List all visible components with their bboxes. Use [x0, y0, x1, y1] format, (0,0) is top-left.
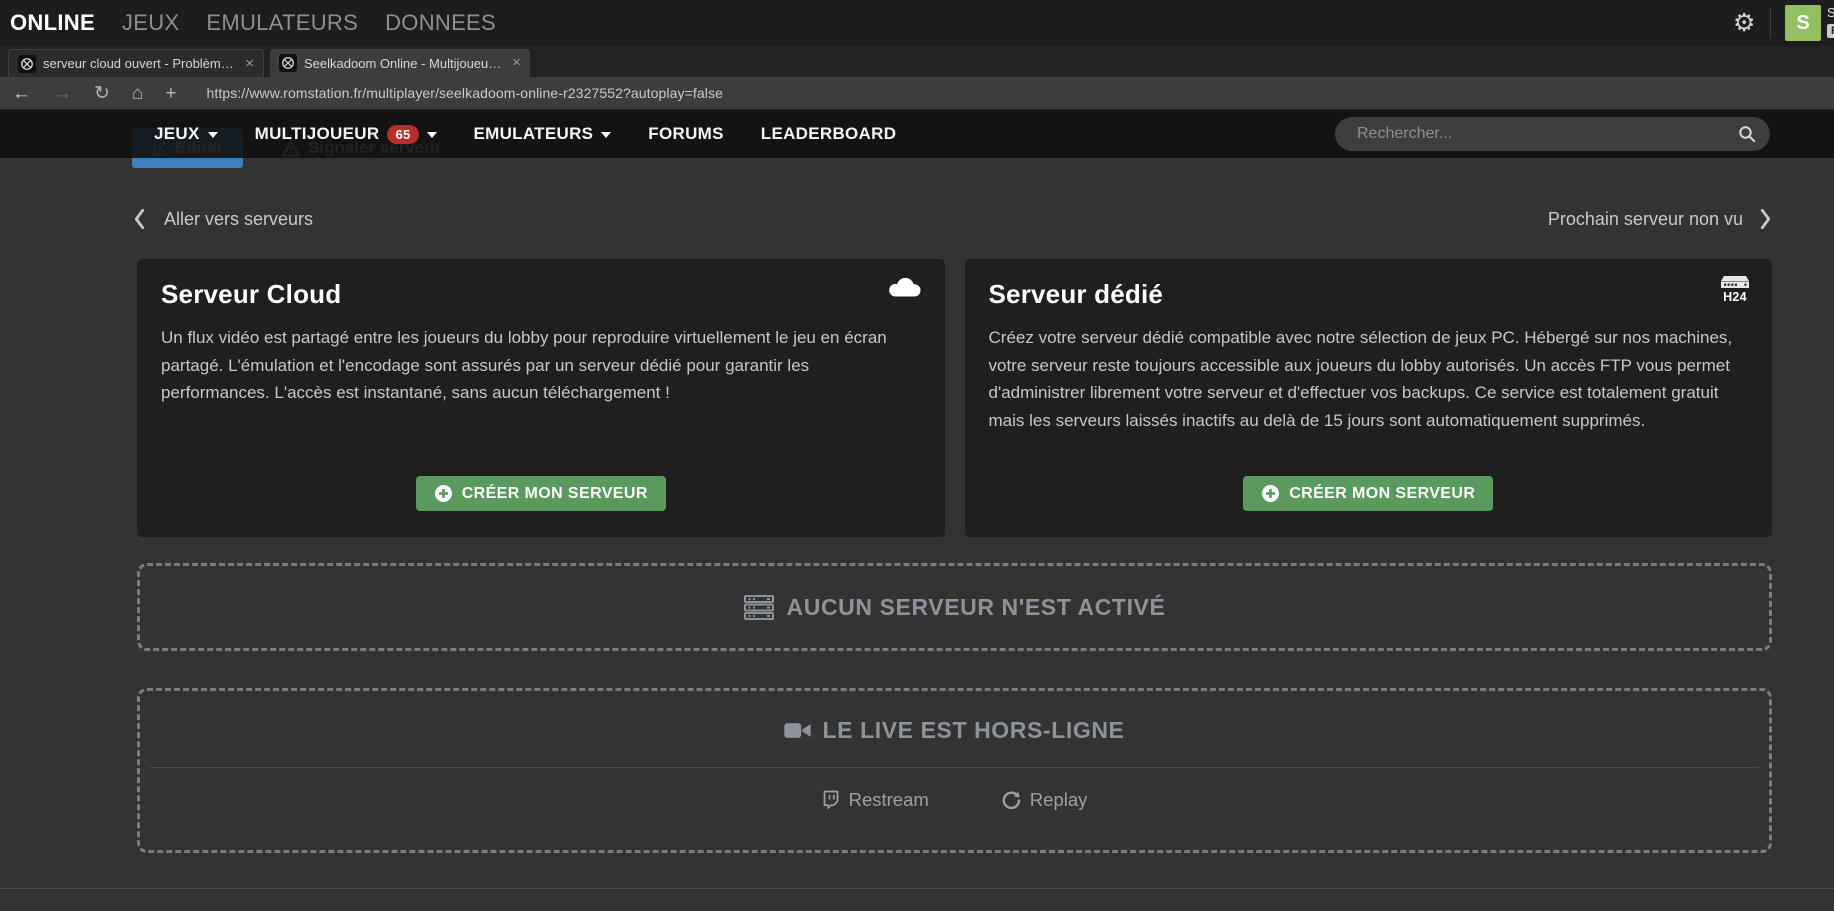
- chevron-left-icon: [133, 208, 146, 230]
- server-pager: Aller vers serveurs Prochain serveur non…: [133, 208, 1772, 238]
- tab-close-icon[interactable]: ×: [512, 56, 521, 70]
- create-server-button[interactable]: CRÉER MON SERVEUR: [1243, 476, 1493, 511]
- plus-circle-icon: [1261, 484, 1280, 503]
- server-cards-row: Serveur Cloud Un flux vidéo est partagé …: [137, 259, 1772, 537]
- card-serveur-cloud: Serveur Cloud Un flux vidéo est partagé …: [137, 259, 945, 537]
- romstation-favicon-icon: [18, 55, 36, 73]
- site-nav: JEUX MULTIJOUEUR 65 EMULATEURS FORUMS LE…: [0, 110, 1834, 158]
- settings-gear-icon[interactable]: ⚙: [1733, 8, 1755, 38]
- back-icon[interactable]: ←: [12, 84, 31, 103]
- prev-servers-link[interactable]: Aller vers serveurs: [133, 208, 1772, 230]
- browser-tabbar: serveur cloud ouvert - Problèmes tec... …: [0, 46, 1834, 77]
- username-clipped: Se: [1827, 5, 1834, 20]
- video-camera-icon: [784, 721, 812, 740]
- chevron-down-icon: [427, 132, 437, 138]
- chevron-right-icon: [1759, 208, 1772, 230]
- server-h24-icon: H24: [1720, 275, 1750, 304]
- browser-window: ONLINE JEUX EMULATEURS DONNEES ⚙ S Se R …: [0, 0, 1834, 911]
- menubar-divider: [1770, 8, 1771, 38]
- twitch-icon: [822, 790, 840, 810]
- romstation-favicon-icon: [279, 54, 297, 72]
- live-offline-message: LE LIVE EST HORS-LIGNE: [822, 717, 1124, 744]
- replay-icon: [1001, 790, 1021, 810]
- nav-item-emulateurs[interactable]: EMULATEURS: [474, 124, 612, 144]
- menubar-item-emulateurs[interactable]: EMULATEURS: [206, 10, 358, 36]
- tab-title: serveur cloud ouvert - Problèmes tec...: [43, 56, 238, 71]
- multiplayer-count-badge: 65: [387, 125, 418, 144]
- new-tab-icon[interactable]: +: [165, 84, 176, 103]
- chevron-down-icon: [208, 132, 218, 138]
- home-icon[interactable]: ⌂: [132, 84, 143, 103]
- menubar-item-donnees[interactable]: DONNEES: [385, 10, 496, 36]
- divider: [150, 767, 1759, 768]
- card-description: Créez votre serveur dédié compatible ave…: [989, 324, 1749, 434]
- app-menubar: ONLINE JEUX EMULATEURS DONNEES ⚙ S Se R: [0, 0, 1834, 46]
- browser-tab-problemes[interactable]: serveur cloud ouvert - Problèmes tec... …: [8, 49, 264, 77]
- no-active-server-box: AUCUN SERVEUR N'EST ACTIVÉ: [137, 563, 1772, 651]
- plus-circle-icon: [434, 484, 453, 503]
- card-serveur-dedie: Serveur dédié H24 Créez votre serveur dé…: [965, 259, 1773, 537]
- next-server-link[interactable]: Prochain serveur non vu: [1548, 208, 1772, 230]
- h24-label: H24: [1723, 290, 1747, 304]
- refresh-icon[interactable]: ↻: [94, 84, 110, 103]
- replay-link[interactable]: Replay: [1001, 789, 1088, 811]
- menubar-item-online[interactable]: ONLINE: [10, 10, 95, 36]
- cloud-icon: [887, 275, 923, 299]
- live-offline-box: LE LIVE EST HORS-LIGNE Restream Replay: [137, 688, 1772, 853]
- card-title: Serveur Cloud: [161, 279, 921, 310]
- browser-tab-seelkadoom[interactable]: Seelkadoom Online - Multijoueur - Ro... …: [270, 49, 530, 77]
- user-info-clipped[interactable]: Se R: [1827, 5, 1834, 39]
- page-content: Éditer Signaler serveur JEUX MULTIJOUEUR…: [0, 110, 1834, 911]
- nav-item-leaderboard[interactable]: LEADERBOARD: [761, 124, 897, 144]
- url-field[interactable]: https://www.romstation.fr/multiplayer/se…: [207, 85, 723, 101]
- card-description: Un flux vidéo est partagé entre les joue…: [161, 324, 921, 407]
- server-stack-icon: [744, 595, 774, 620]
- search-box: [1335, 117, 1770, 151]
- tab-close-icon[interactable]: ×: [245, 57, 254, 71]
- menubar-item-jeux[interactable]: JEUX: [122, 10, 179, 36]
- create-server-button[interactable]: CRÉER MON SERVEUR: [416, 476, 666, 511]
- forward-icon[interactable]: →: [53, 84, 72, 103]
- search-input[interactable]: [1335, 117, 1738, 151]
- nav-item-multijoueur[interactable]: MULTIJOUEUR 65: [255, 124, 437, 144]
- chevron-down-icon: [601, 132, 611, 138]
- nav-item-jeux[interactable]: JEUX: [154, 124, 218, 144]
- user-badge-clipped: R: [1827, 24, 1834, 38]
- user-avatar[interactable]: S: [1785, 5, 1821, 41]
- bottom-divider: [0, 888, 1834, 889]
- browser-addressbar: ← → ↻ ⌂ + https://www.romstation.fr/mult…: [0, 77, 1834, 110]
- search-icon[interactable]: [1738, 125, 1756, 143]
- no-server-message: AUCUN SERVEUR N'EST ACTIVÉ: [787, 594, 1166, 621]
- tab-title: Seelkadoom Online - Multijoueur - Ro...: [304, 56, 505, 71]
- nav-item-forums[interactable]: FORUMS: [648, 124, 723, 144]
- card-title: Serveur dédié: [989, 279, 1749, 310]
- restream-link[interactable]: Restream: [822, 789, 929, 811]
